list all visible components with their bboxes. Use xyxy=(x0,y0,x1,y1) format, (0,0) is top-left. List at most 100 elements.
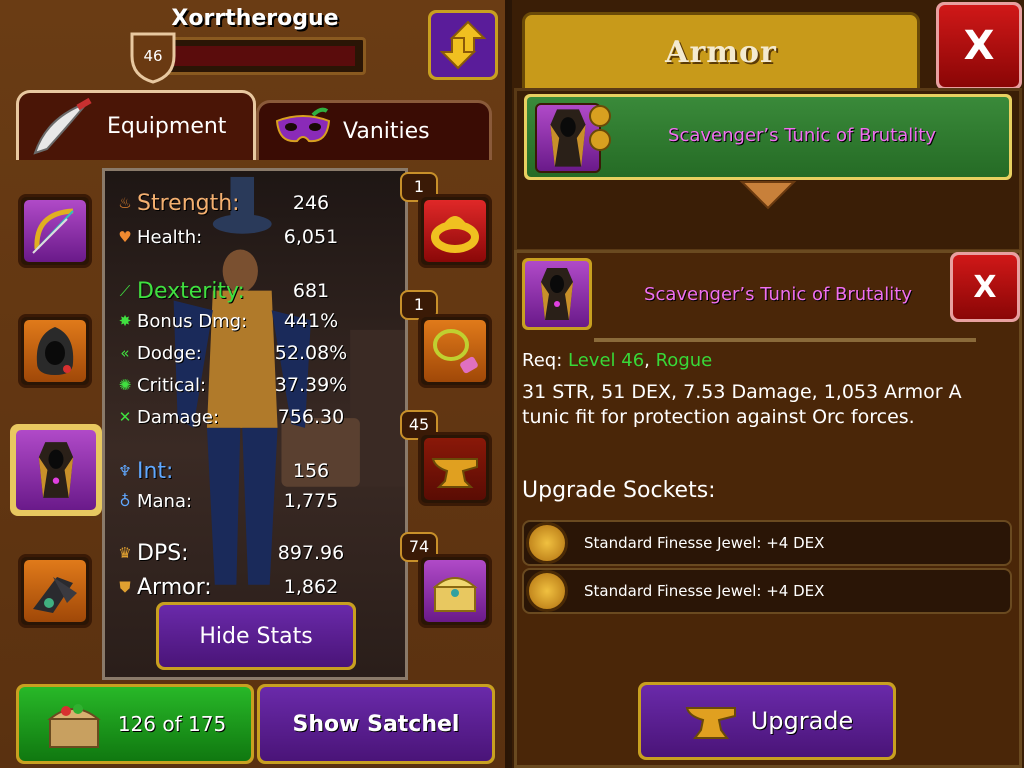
swap-gear-button[interactable] xyxy=(428,10,498,80)
character-level: 46 xyxy=(143,47,163,65)
upgrade-button[interactable]: Upgrade xyxy=(638,682,896,760)
chevrons-icon: « xyxy=(120,344,130,362)
scroll-down-arrow-icon[interactable] xyxy=(738,180,798,210)
satchel-capacity-button[interactable]: 126 of 175 xyxy=(16,684,254,764)
socket-row[interactable]: Standard Finesse Jewel: +4 DEX xyxy=(522,520,1012,566)
anvil-icon xyxy=(685,707,736,739)
stat-label: Critical: xyxy=(137,374,207,396)
stat-value: 52.08% xyxy=(274,342,348,364)
req-prefix: Req: xyxy=(522,350,563,371)
treasure-chest-icon xyxy=(432,577,478,612)
finesse-jewel-icon xyxy=(526,570,568,612)
stat-label: Armor: xyxy=(137,574,212,600)
swap-arrows-icon xyxy=(439,20,487,70)
dexterity-icon: ⟋ xyxy=(119,282,131,300)
close-category-button[interactable]: X xyxy=(936,2,1022,90)
slot-forge[interactable] xyxy=(418,432,492,506)
stat-label: Strength: xyxy=(137,190,240,216)
socket-label: Standard Finesse Jewel: +4 DEX xyxy=(584,582,825,600)
slot-amulet[interactable] xyxy=(418,314,492,388)
stat-value: 897.96 xyxy=(277,542,345,564)
bow-icon xyxy=(32,208,74,254)
detail-item-name: Scavenger’s Tunic of Brutality xyxy=(644,284,912,305)
slot-helm-hood[interactable] xyxy=(18,314,92,388)
stat-dexterity: ⟋ Dexterity: 681 xyxy=(115,277,365,305)
xp-bar xyxy=(150,37,366,75)
swords-icon: ✕ xyxy=(118,408,132,426)
category-header: Armor xyxy=(522,12,920,92)
tunic-icon xyxy=(541,268,573,320)
requirements: Req: Level 46, Rogue xyxy=(522,350,1012,371)
show-satchel-label: Show Satchel xyxy=(260,687,492,761)
close-detail-button[interactable]: X xyxy=(950,252,1020,322)
req-class: Rogue xyxy=(655,350,713,371)
stat-value: 1,862 xyxy=(283,576,339,598)
stat-armor: ⛊ Armor: 1,862 xyxy=(115,573,365,601)
list-item-selected[interactable]: Scavenger’s Tunic of Brutality xyxy=(524,94,1012,180)
stat-label: Bonus Dmg: xyxy=(137,310,248,332)
category-title: Armor xyxy=(665,34,777,70)
tab-vanities[interactable]: Vanities xyxy=(256,100,492,160)
anvil-icon xyxy=(431,458,478,488)
stat-value: 441% xyxy=(283,310,339,332)
req-separator: , xyxy=(644,350,650,371)
dagger-icon xyxy=(33,97,92,155)
stat-int: ♆ Int: 156 xyxy=(115,457,365,485)
slot-weapon-bow[interactable] xyxy=(18,194,92,268)
amulet-icon xyxy=(433,329,478,374)
dps-icon: ♛ xyxy=(118,544,132,562)
tab-vanities-label: Vanities xyxy=(343,119,430,144)
satchel-chest-icon xyxy=(47,704,101,748)
stat-dps: ♛ DPS: 897.96 xyxy=(115,539,365,567)
burst-icon: ✸ xyxy=(118,312,132,330)
sockets-title: Upgrade Sockets: xyxy=(522,478,716,503)
close-icon: X xyxy=(953,255,1017,319)
tab-equipment[interactable]: Equipment xyxy=(16,90,256,160)
stat-strength: ♨ Strength: 246 xyxy=(115,189,365,217)
shield-icon: ⛊ xyxy=(119,578,131,596)
finesse-jewel-icon xyxy=(526,522,568,564)
item-name: Scavenger’s Tunic of Brutality xyxy=(668,125,936,146)
hood-icon xyxy=(36,327,74,375)
stat-label: DPS: xyxy=(137,540,189,566)
req-level: Level 46 xyxy=(568,350,645,371)
socket-gem-icon xyxy=(589,105,611,127)
stat-value: 756.30 xyxy=(277,406,345,428)
ring-icon xyxy=(431,216,479,253)
character-name: Xorrtherogue xyxy=(171,6,339,31)
hide-stats-button[interactable]: Hide Stats xyxy=(156,602,356,670)
stat-value: 156 xyxy=(292,460,330,482)
stat-label: Damage: xyxy=(137,406,220,428)
detail-item-icon xyxy=(522,258,592,330)
stat-label: Int: xyxy=(137,458,174,484)
heart-icon: ♥ xyxy=(118,228,132,246)
hide-stats-label: Hide Stats xyxy=(159,605,353,667)
stat-mana: ♁ Mana: 1,775 xyxy=(115,487,365,515)
slot-armor-tunic[interactable] xyxy=(10,424,102,516)
stat-label: Dodge: xyxy=(137,342,202,364)
flame-icon: ♨ xyxy=(118,194,132,212)
stat-dodge: « Dodge: 52.08% xyxy=(115,339,365,367)
critical-icon: ✺ xyxy=(118,376,132,394)
socket-row[interactable]: Standard Finesse Jewel: +4 DEX xyxy=(522,568,1012,614)
potion-icon: ♁ xyxy=(119,492,131,510)
divider xyxy=(594,338,976,342)
int-icon: ♆ xyxy=(118,462,132,480)
stat-value: 6,051 xyxy=(283,226,339,248)
slot-treasure-chest[interactable] xyxy=(418,554,492,628)
slot-gloves[interactable] xyxy=(18,554,92,628)
stat-value: 246 xyxy=(292,192,330,214)
show-satchel-button[interactable]: Show Satchel xyxy=(257,684,495,764)
socket-label: Standard Finesse Jewel: +4 DEX xyxy=(584,534,825,552)
mask-icon xyxy=(275,107,331,142)
slot-ring[interactable] xyxy=(418,194,492,268)
stat-damage: ✕ Damage: 756.30 xyxy=(115,403,365,431)
tunic-icon xyxy=(38,442,74,498)
tab-equipment-label: Equipment xyxy=(107,114,227,139)
stat-health: ♥ Health: 6,051 xyxy=(115,223,365,251)
stat-value: 1,775 xyxy=(283,490,339,512)
satchel-count-label: 126 of 175 xyxy=(117,712,227,736)
stat-value: 681 xyxy=(292,280,330,302)
upgrade-label: Upgrade xyxy=(750,707,854,735)
stat-label: Mana: xyxy=(137,490,193,512)
